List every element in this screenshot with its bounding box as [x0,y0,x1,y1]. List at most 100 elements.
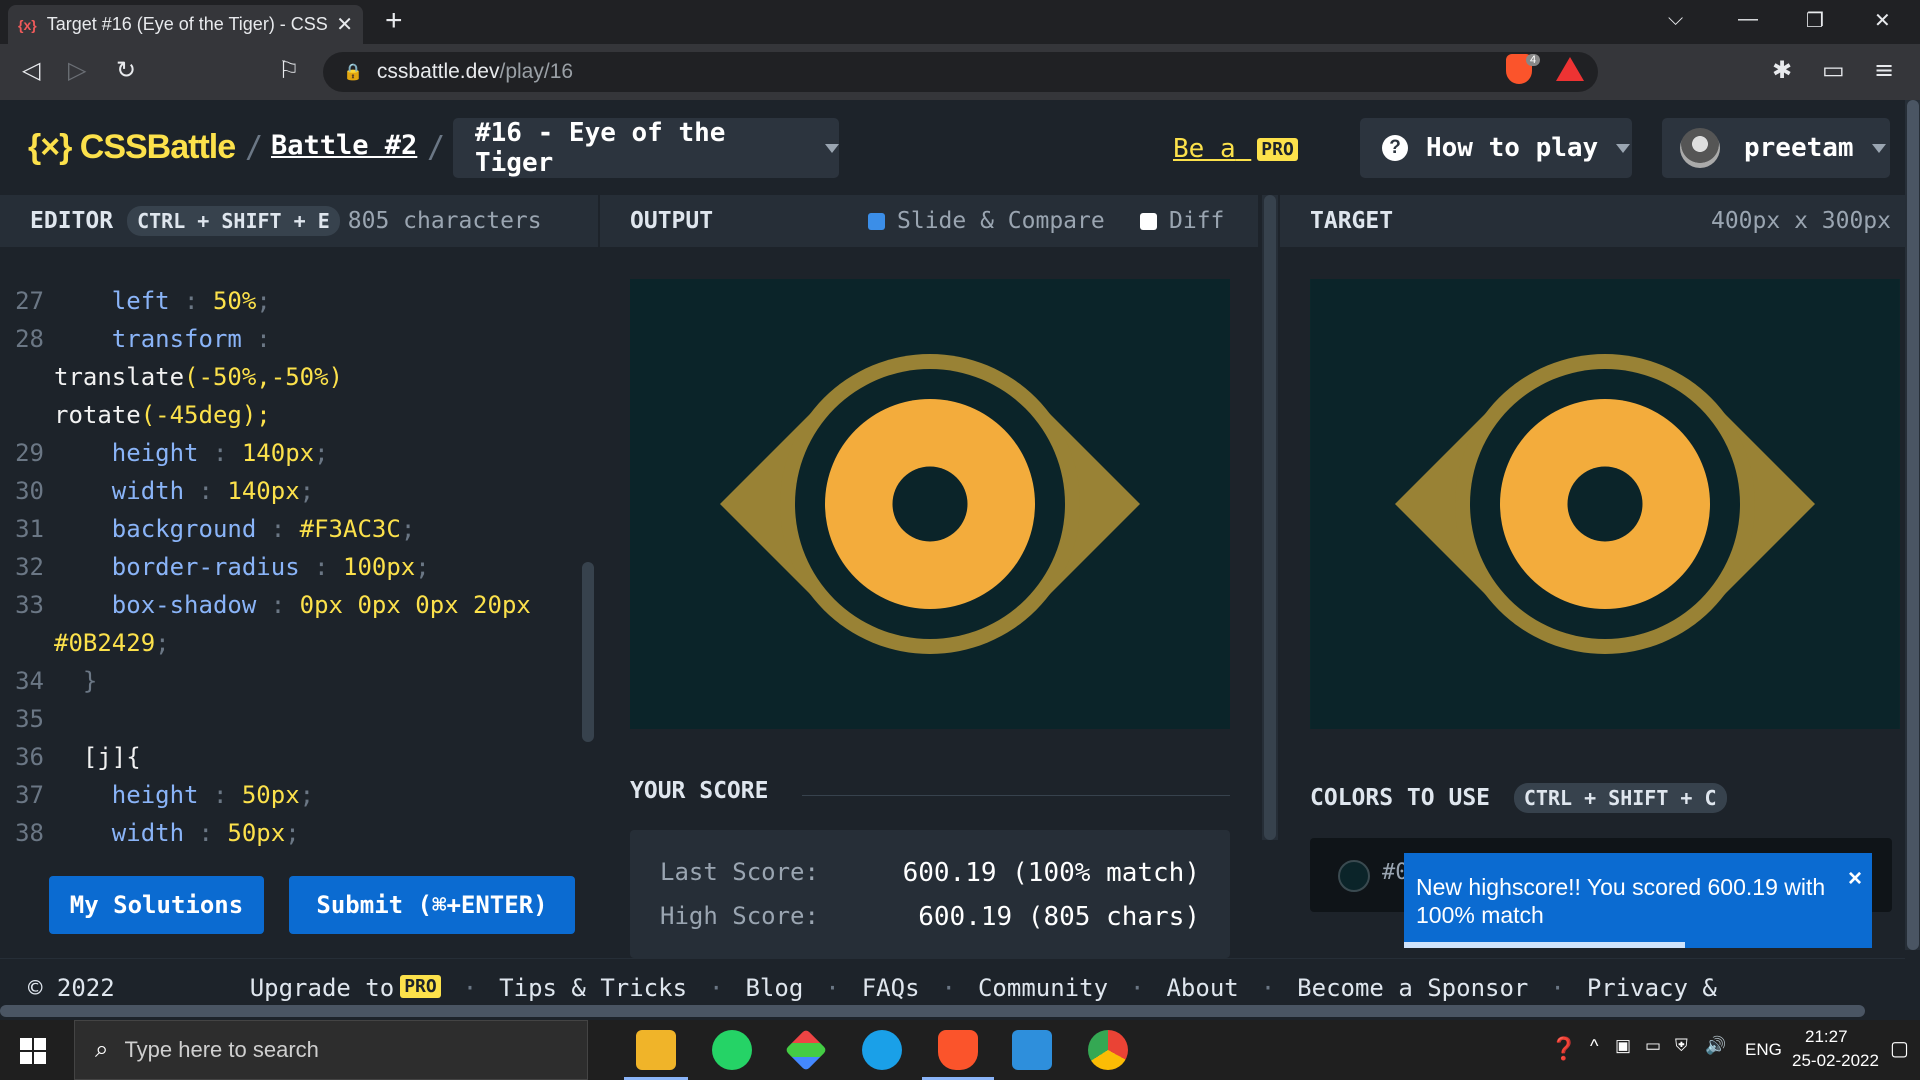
windows-start-icon[interactable] [20,1038,46,1064]
edge-icon[interactable] [862,1030,902,1070]
close-window-icon[interactable]: ✕ [1874,8,1891,33]
line-number: 31 [15,515,44,543]
code-line[interactable]: translate(-50%,-50%) [0,358,343,396]
brave-icon[interactable] [938,1030,978,1070]
battle-link[interactable]: Battle #2 [271,130,417,161]
page-scrollbar[interactable] [1905,100,1920,950]
wallet-icon[interactable]: ▭ [1822,56,1845,84]
language-indicator[interactable]: ENG [1745,1040,1782,1060]
taskbar-search[interactable]: ⌕ Type here to search [74,1020,588,1080]
checkbox-checked-icon[interactable] [868,212,885,230]
notifications-icon[interactable]: ▢ [1890,1036,1909,1061]
css-property: height [111,781,199,809]
close-icon[interactable]: × [1848,865,1862,893]
my-solutions-button[interactable]: My Solutions [49,876,264,934]
code-line[interactable]: rotate(-45deg); [0,396,271,434]
clock-time[interactable]: 21:27 [1805,1027,1848,1047]
checkbox-unchecked-icon[interactable] [1140,212,1157,230]
slide-compare-toggle[interactable]: Slide & Compare [868,208,1105,234]
browser-tab[interactable]: {x} Target #16 (Eye of the Tiger) - CSS … [8,5,363,44]
whatsapp-icon[interactable] [712,1030,752,1070]
line-number: 34 [15,667,44,695]
tab-search-icon[interactable]: ⌵ [1668,8,1683,31]
reload-icon[interactable]: ↻ [116,56,136,84]
search-placeholder: Type here to search [124,1037,319,1062]
back-icon[interactable]: ◁ [22,56,40,84]
target-artwork [1310,279,1900,729]
code-line[interactable]: 38 width : 50px; [0,814,300,852]
footer-link-community[interactable]: Community [978,974,1108,1002]
high-score-value: 600.19 (805 chars) [918,902,1200,932]
code-editor[interactable]: 27 left : 50%; 28 transform : translate(… [0,247,598,860]
display-icon[interactable]: ▣ [1615,1036,1631,1056]
help-icon[interactable]: ❓ [1550,1036,1577,1062]
file-explorer-icon[interactable] [636,1030,676,1070]
code-line[interactable]: 36 [j]{ [0,738,141,776]
battery-icon[interactable]: ▭ [1645,1036,1661,1056]
user-menu[interactable]: preetam [1662,118,1890,178]
css-value: 50px [227,819,286,847]
volume-icon[interactable]: 🔊 [1705,1036,1726,1056]
code-line[interactable]: 29 height : 140px; [0,434,328,472]
close-tab-icon[interactable]: ✕ [336,12,353,37]
horizontal-scrollbar[interactable] [0,1002,1905,1020]
submit-button[interactable]: Submit (⌘+ENTER) [289,876,575,934]
forward-icon[interactable]: ▷ [68,56,86,84]
chrome-icon[interactable] [1088,1030,1128,1070]
code-line[interactable]: 35 [0,700,54,738]
css-property: box-shadow [111,591,257,619]
restore-icon[interactable]: ❐ [1806,8,1824,33]
be-a-pro-link[interactable]: Be a PRO [1173,134,1298,164]
footer-link-privacy[interactable]: Privacy & [1587,974,1717,1002]
code-line[interactable]: 27 left : 50%; [0,282,271,320]
lock-icon: 🔒 [343,64,363,81]
panel-scrollbar[interactable] [1262,195,1278,840]
line-number: 30 [15,477,44,505]
code-line[interactable]: 28 transform : [0,320,271,358]
code-line[interactable]: 31 background : #F3AC3C; [0,510,415,548]
app-icon[interactable] [784,1028,828,1072]
target-select[interactable]: #16 - Eye of the Tiger [453,118,839,178]
code-line[interactable]: 37 height : 50px; [0,776,314,814]
editor-scrollbar[interactable] [582,562,594,742]
shield-icon[interactable]: ⛨ [1675,1036,1688,1056]
footer-link-faqs[interactable]: FAQs [862,974,920,1002]
target-select-label: #16 - Eye of the Tiger [475,118,726,178]
upgrade-link[interactable]: Upgrade to [250,974,395,1002]
css-value: 140px [241,439,315,467]
toast-message: New highscore!! You scored 600.19 with 1… [1416,874,1826,928]
code-line[interactable]: 30 width : 140px; [0,472,314,510]
code-line[interactable]: 34 } [0,662,97,700]
how-to-play-button[interactable]: ? How to play [1360,118,1632,178]
cssbattle-logo[interactable]: {×} CSSBattle [28,128,236,167]
clock-date[interactable]: 25-02-2022 [1792,1051,1879,1071]
footer-link-about[interactable]: About [1166,974,1238,1002]
extensions-icon[interactable]: ✱ [1772,56,1792,84]
menu-icon[interactable]: ≡ [1874,56,1894,84]
colors-shortcut: CTRL + SHIFT + C [1513,783,1727,813]
footer-link-tips[interactable]: Tips & Tricks [499,974,687,1002]
chevron-down-icon [1616,143,1631,153]
footer-link-sponsor[interactable]: Become a Sponsor [1297,974,1528,1002]
css-property: height [111,439,199,467]
vscode-icon[interactable] [1012,1030,1052,1070]
cssbattle-favicon-icon: {x} [18,16,37,33]
footer-link-blog[interactable]: Blog [745,974,803,1002]
chevron-up-icon[interactable]: ^ [1590,1036,1598,1057]
line-number: 35 [15,705,44,733]
color-swatch[interactable] [1338,860,1370,892]
new-tab-icon[interactable]: + [385,4,403,38]
output-preview[interactable] [630,279,1230,729]
url-field[interactable]: 🔒 cssbattle.dev/play/16 [323,52,1598,92]
brave-rewards-icon[interactable] [1556,57,1584,81]
code-line[interactable]: #0B2429; [0,624,170,662]
last-score-row: Last Score: 600.19 (100% match) [660,858,1200,888]
minimize-icon[interactable]: — [1738,8,1758,31]
code-line[interactable]: 33 box-shadow : 0px 0px 0px 20px [0,586,531,624]
punctuation: ; [155,629,170,657]
bookmark-icon[interactable]: ⚐ [278,56,300,84]
diff-toggle[interactable]: Diff [1140,208,1224,234]
pupil [1567,466,1643,542]
css-value: (-50%,-50%) [184,363,343,391]
code-line[interactable]: 32 border-radius : 100px; [0,548,430,586]
